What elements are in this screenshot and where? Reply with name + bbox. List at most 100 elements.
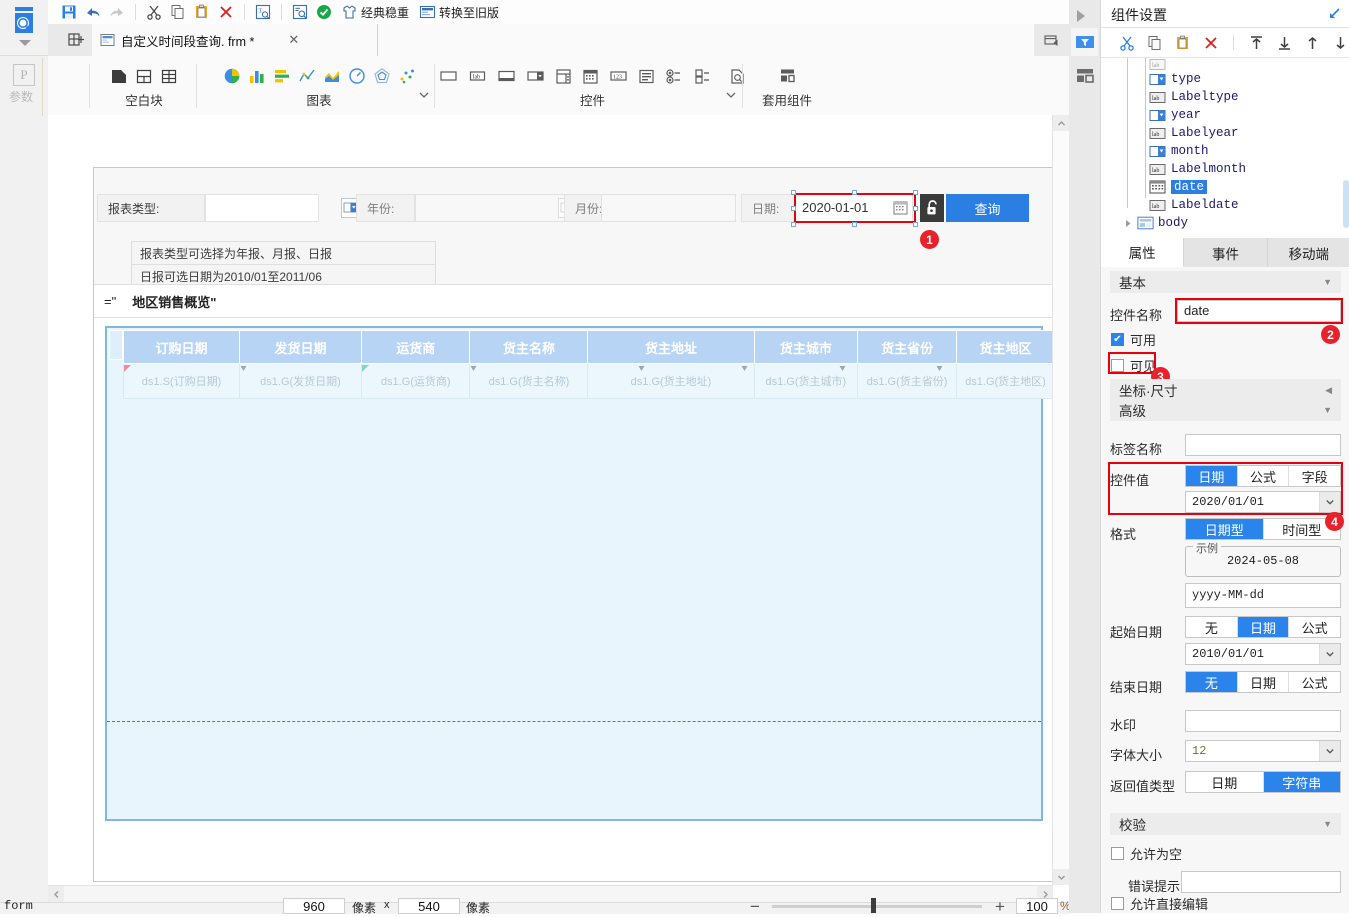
delete-icon[interactable]: [215, 1, 237, 23]
tab-overflow-icon[interactable]: [1041, 30, 1061, 50]
line-chart-icon[interactable]: [298, 67, 316, 85]
tree-node-date[interactable]: date: [1149, 180, 1208, 194]
year-input[interactable]: [415, 194, 576, 222]
search-button[interactable]: 查询: [946, 194, 1029, 222]
tab-mobile[interactable]: 移动端: [1268, 238, 1349, 267]
report-type-input[interactable]: [205, 194, 319, 222]
zoom-value-input[interactable]: 100: [1016, 898, 1058, 914]
report-table[interactable]: 订购日期 发货日期 运货商 货主名称 货主地址 货主城市 货主省份 货主地区 d…: [105, 326, 1055, 821]
vertical-scroll-track[interactable]: [1053, 131, 1069, 869]
seg-date[interactable]: 日期: [1186, 466, 1238, 486]
sel-handle-bc[interactable]: [852, 222, 857, 227]
grid-block-icon[interactable]: [160, 68, 178, 85]
sel-handle-tc[interactable]: [852, 190, 857, 195]
component-tree[interactable]: lab type lab Labeltype year lab Labelyea…: [1101, 58, 1349, 238]
editor-tab-form[interactable]: 自定义时间段查询. frm * ✕: [92, 24, 378, 56]
sel-handle-tr[interactable]: [913, 190, 918, 195]
enabled-checkbox[interactable]: ✔: [1111, 333, 1124, 346]
textarea-widget-icon[interactable]: [497, 68, 516, 84]
table-cell[interactable]: ds1.G(运货商): [360, 363, 471, 399]
table-header-cell[interactable]: 货主地区: [956, 330, 1055, 364]
app-logo-icon[interactable]: [10, 6, 38, 36]
delete-icon[interactable]: [1201, 33, 1221, 53]
tree-scrollbar-thumb[interactable]: [1343, 180, 1349, 228]
save-icon[interactable]: [58, 1, 80, 23]
split-block-icon[interactable]: [135, 68, 153, 85]
chevron-down-icon[interactable]: [1319, 741, 1340, 761]
section-advanced[interactable]: 高级 ▼: [1110, 399, 1341, 421]
tab-events[interactable]: 事件: [1184, 238, 1268, 267]
tree-node-body[interactable]: body: [1123, 216, 1188, 230]
format-pattern-input[interactable]: yyyy-MM-dd: [1185, 583, 1341, 608]
design-canvas-area[interactable]: 23像素 698像素 报表类型: 年份: 月份:: [48, 115, 1069, 885]
number-widget-icon[interactable]: 123: [609, 68, 628, 84]
tree-node-labeltype[interactable]: lab Labeltype: [1149, 90, 1239, 104]
widget-name-input[interactable]: date: [1177, 300, 1341, 322]
allow-direct-edit-row[interactable]: 允许直接编辑: [1111, 894, 1208, 913]
checkbox-widget-icon[interactable]: [694, 68, 713, 85]
column-chart-icon[interactable]: [248, 67, 266, 85]
date-picker-calendar-icon[interactable]: [893, 200, 908, 219]
widget-value-type-segments[interactable]: 日期 公式 字段: [1185, 465, 1341, 487]
sel-handle-tl[interactable]: [791, 190, 796, 195]
component-layout-toggle[interactable]: [1071, 62, 1098, 90]
table-header-cell[interactable]: 订购日期: [122, 330, 241, 364]
move-up-icon[interactable]: [1302, 33, 1322, 53]
table-cell[interactable]: ds1.G(货主名称): [469, 363, 589, 399]
sel-handle-mr[interactable]: [913, 206, 918, 211]
area-chart-icon[interactable]: [323, 67, 341, 85]
label-widget-icon[interactable]: lab: [468, 68, 487, 84]
form-body[interactable]: 23像素 698像素 报表类型: 年份: 月份:: [93, 167, 1055, 882]
convert-button[interactable]: 转换至旧版: [415, 1, 503, 23]
start-date-dropdown[interactable]: 2010/01/01: [1185, 643, 1341, 665]
calendar-widget-icon[interactable]: [582, 68, 599, 85]
format-type-segments[interactable]: 日期型 时间型: [1185, 518, 1341, 540]
zoom-out-button[interactable]: −: [750, 897, 760, 917]
watermark-input[interactable]: [1185, 710, 1341, 732]
tag-name-input[interactable]: [1185, 434, 1341, 456]
allow-empty-checkbox[interactable]: [1111, 847, 1124, 860]
table-cell[interactable]: ds1.G(货主地址): [587, 363, 755, 399]
tree-node-year[interactable]: year: [1149, 108, 1201, 122]
date-input[interactable]: 2020-01-01: [795, 194, 913, 222]
seg-start-formula[interactable]: 公式: [1289, 617, 1340, 637]
seg-start-none[interactable]: 无: [1186, 617, 1238, 637]
panel-collapse-icon[interactable]: [1326, 5, 1342, 21]
start-date-type-segments[interactable]: 无 日期 公式: [1185, 616, 1341, 638]
table-header-cell[interactable]: 货主省份: [857, 330, 958, 364]
seg-field[interactable]: 字段: [1289, 466, 1340, 486]
tree-node-labeldate[interactable]: lab Labeldate: [1149, 198, 1239, 212]
copy-icon[interactable]: [167, 1, 189, 23]
return-type-segments[interactable]: 日期 字符串: [1185, 771, 1341, 793]
paste-icon[interactable]: [191, 1, 213, 23]
properties-pane[interactable]: 基本 ▼ 控件名称 date 2 ✔ 可用 可见 3 坐标·尺寸 ◀ 高级 ▼ …: [1101, 267, 1349, 913]
pie-chart-icon[interactable]: [223, 67, 241, 85]
panel-expand-arrow-icon[interactable]: [1077, 10, 1085, 22]
preview-widget-icon[interactable]: [729, 68, 746, 85]
rail-collapse-caret-icon[interactable]: [19, 40, 31, 46]
section-coord-size[interactable]: 坐标·尺寸 ◀: [1110, 379, 1341, 401]
widget-tree-toggle[interactable]: [1071, 28, 1098, 56]
seg-end-none[interactable]: 无: [1186, 672, 1238, 692]
apply-component-icon[interactable]: [778, 67, 797, 85]
rail-parameter-section[interactable]: P 参数: [0, 58, 48, 116]
chart-group-chevron-down-icon[interactable]: [418, 89, 430, 101]
zoom-slider-thumb[interactable]: [871, 898, 876, 913]
sel-handle-br[interactable]: [913, 222, 918, 227]
allow-empty-row[interactable]: 允许为空: [1111, 844, 1182, 863]
tree-node-labelmonth[interactable]: lab Labelmonth: [1149, 162, 1246, 176]
table-cell[interactable]: ds1.G(发货日期): [239, 363, 362, 399]
seg-return-string[interactable]: 字符串: [1263, 772, 1340, 792]
tab-close-icon[interactable]: ✕: [288, 32, 299, 48]
seg-end-formula[interactable]: 公式: [1289, 672, 1340, 692]
table-corner-cell[interactable]: [109, 330, 123, 360]
move-bottom-icon[interactable]: [1274, 33, 1294, 53]
chevron-down-icon[interactable]: [1319, 644, 1340, 664]
scroll-left-icon[interactable]: [48, 886, 64, 902]
scatter-chart-icon[interactable]: [398, 67, 416, 85]
table-header-cell[interactable]: 运货商: [360, 330, 471, 364]
font-size-dropdown[interactable]: 12: [1185, 740, 1341, 762]
widget-value-date-dropdown[interactable]: 2020/01/01: [1185, 491, 1341, 513]
report-title-row[interactable]: =" 地区销售概览": [94, 284, 1052, 318]
canvas-horizontal-scrollbar[interactable]: [48, 885, 1053, 903]
